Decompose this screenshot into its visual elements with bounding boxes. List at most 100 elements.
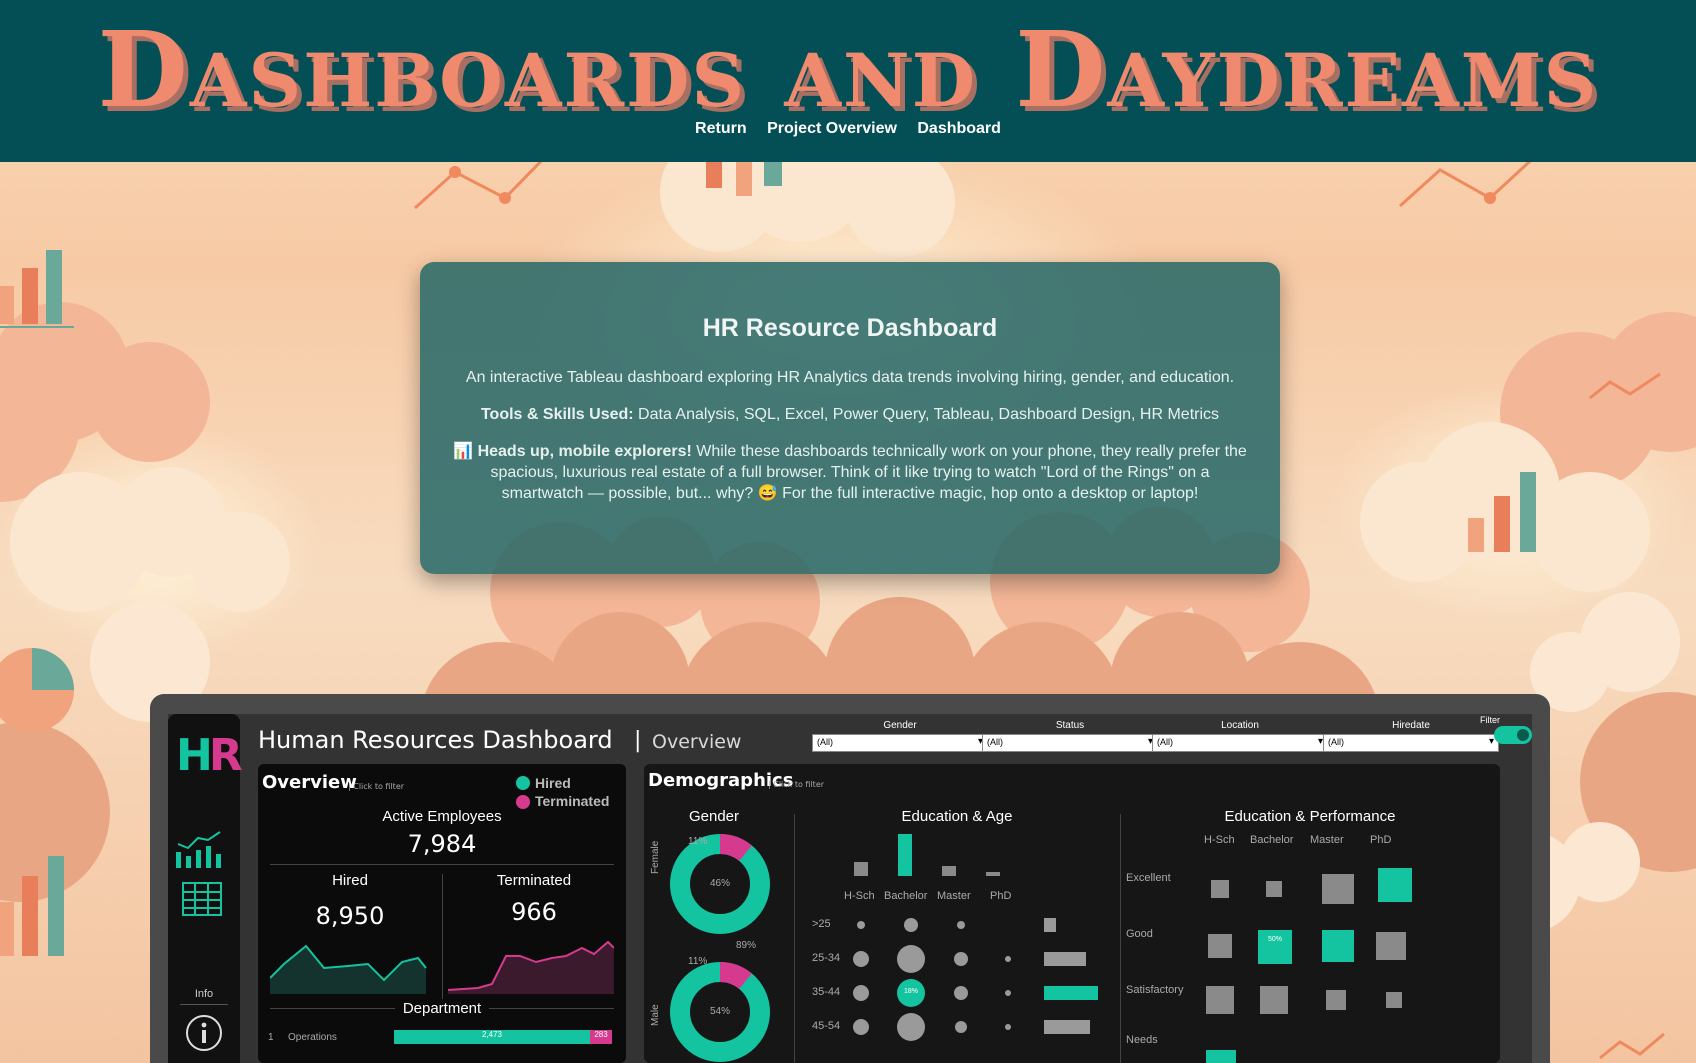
logo-r: R	[208, 730, 243, 781]
perf-col-master: Master	[1310, 834, 1344, 846]
site-header: Dashboards and Daydreams Return Project …	[0, 0, 1696, 162]
legend-hired-dot	[516, 776, 530, 790]
active-employees-label: Active Employees	[382, 808, 502, 825]
perf-col-hsch: H-Sch	[1204, 834, 1235, 846]
education-performance-matrix[interactable]	[1194, 854, 1414, 1063]
status-filter: Status (All)	[982, 720, 1158, 752]
site-title: Dashboards and Daydreams	[97, 8, 1599, 131]
age-row-1: >25	[812, 918, 831, 930]
department-label: Department	[258, 1000, 626, 1017]
filter-toggle[interactable]	[1494, 726, 1532, 744]
gender-filter: Gender (All)	[812, 720, 988, 752]
sidebar-divider	[180, 1004, 228, 1005]
tableau-embed-frame: HR Info Human Resources Dashboard | Over…	[150, 694, 1550, 1063]
nav-project-overview-link[interactable]: Project Overview	[767, 120, 897, 137]
hired-value: 8,950	[315, 902, 385, 930]
dashboard-sidebar: HR Info	[168, 714, 243, 1063]
status-select[interactable]: (All)	[982, 734, 1158, 752]
table-nav-icon[interactable]	[182, 882, 222, 916]
terminated-trend-sparkline	[448, 940, 614, 994]
location-select[interactable]: (All)	[1152, 734, 1328, 752]
grin-emoji-icon: 😅	[757, 485, 778, 502]
line-chart-nav-icon[interactable]	[174, 830, 224, 870]
female-hired-pct: 89%	[736, 940, 757, 951]
dept-name: Operations	[288, 1032, 337, 1043]
bubble-highlight-label: 18%	[903, 988, 918, 995]
chart-emoji-icon: 📊	[453, 443, 474, 460]
gender-chart-title: Gender	[688, 808, 740, 825]
overview-divider	[270, 864, 614, 865]
project-title: HR Resource Dashboard	[702, 314, 998, 342]
education-age-title: Education & Age	[901, 808, 1013, 825]
male-inner-pct: 54%	[709, 1006, 730, 1017]
active-employees-value: 7,984	[407, 830, 477, 858]
dashboard-title: Human Resources Dashboard	[258, 726, 613, 754]
nav-return-link[interactable]: Return	[695, 120, 747, 137]
edu-bar-bachelor	[898, 834, 912, 876]
info-icon[interactable]	[185, 1014, 223, 1052]
dept-hired-bar[interactable]: 2,473	[394, 1030, 590, 1044]
gender-filter-label: Gender	[883, 720, 917, 731]
location-filter-label: Location	[1221, 720, 1259, 731]
education-performance-title: Education & Performance	[1224, 808, 1396, 825]
perf-row-good: Good	[1126, 928, 1153, 940]
education-bar-chart[interactable]	[840, 834, 1010, 886]
demographics-click-hint: | Click to filter	[768, 780, 825, 789]
female-outer-pct: 11%	[688, 836, 708, 847]
status-filter-label: Status	[1055, 720, 1085, 731]
tools-list: Data Analysis, SQL, Excel, Power Query, …	[633, 406, 1220, 423]
filter-toggle-label: Filter	[1480, 715, 1500, 725]
age-row-2: 25-34	[812, 952, 841, 964]
hired-trend-sparkline	[270, 944, 427, 994]
perf-row-satisfactory: Satisfactory	[1126, 984, 1184, 996]
notice-bold: Heads up, mobile explorers!	[477, 443, 692, 460]
demographics-divider-1	[794, 814, 795, 1063]
site-nav: Return Project Overview Dashboard	[0, 120, 1696, 138]
hr-dashboard: HR Info Human Resources Dashboard | Over…	[168, 714, 1532, 1063]
perf-row-needs: Needs	[1126, 1034, 1158, 1046]
toggle-knob	[1517, 729, 1529, 741]
tools-line: Tools & Skills Used: Data Analysis, SQL,…	[450, 404, 1250, 425]
dept-terminated-bar[interactable]: 283	[590, 1030, 612, 1044]
terminated-value: 966	[511, 898, 557, 926]
male-axis-label: Male	[650, 1004, 661, 1026]
dept-rank: 1	[268, 1032, 274, 1043]
hired-label: Hired	[332, 872, 368, 889]
notice-text-b: For the full interactive magic, hop onto…	[777, 485, 1199, 502]
department-label-text: Department	[394, 1000, 490, 1017]
overview-panel[interactable]: Overview | Click to filter Hired Termina…	[258, 764, 626, 1063]
perf-col-bachelor: Bachelor	[1250, 834, 1294, 846]
hiredate-select[interactable]: (All)	[1323, 734, 1499, 752]
location-filter: Location (All)	[1152, 720, 1328, 752]
edu-bar-phd	[986, 872, 1000, 876]
perf-col-phd: PhD	[1370, 834, 1392, 846]
legend-terminated-dot	[516, 795, 530, 809]
terminated-label: Terminated	[496, 872, 572, 889]
education-age-bubble-chart[interactable]	[840, 908, 1100, 1063]
legend-hired: Hired	[535, 775, 571, 791]
demographics-panel[interactable]: Demographics | Click to filter Gender Fe…	[644, 764, 1500, 1063]
edu-col-master: Master	[937, 890, 971, 902]
mobile-notice: 📊 Heads up, mobile explorers! While thes…	[450, 441, 1250, 504]
edu-bar-hsch	[854, 862, 868, 876]
female-axis-label: Female	[650, 840, 661, 874]
hiredate-filter: Hiredate (All)	[1323, 720, 1499, 752]
overview-vertical-divider	[442, 874, 443, 999]
dashboard-subtitle: Overview	[652, 731, 742, 753]
age-row-3: 35-44	[812, 986, 841, 998]
info-label: Info	[194, 988, 214, 1000]
hr-logo-icon: HR	[176, 730, 243, 781]
title-separator: |	[634, 728, 642, 753]
edu-col-bachelor: Bachelor	[884, 890, 928, 902]
perf-highlight-label: 50%	[1267, 936, 1282, 943]
tools-label: Tools & Skills Used:	[480, 406, 634, 423]
project-card: HR Resource Dashboard An interactive Tab…	[420, 262, 1280, 574]
project-description: An interactive Tableau dashboard explori…	[465, 369, 1235, 386]
demographics-divider-2	[1120, 814, 1121, 1063]
female-inner-pct: 46%	[709, 878, 730, 889]
overview-click-hint: | Click to filter	[348, 782, 405, 791]
gender-select[interactable]: (All)	[812, 734, 988, 752]
nav-dashboard-link[interactable]: Dashboard	[917, 120, 1001, 137]
hiredate-filter-label: Hiredate	[1392, 720, 1430, 731]
edu-col-phd: PhD	[990, 890, 1012, 902]
